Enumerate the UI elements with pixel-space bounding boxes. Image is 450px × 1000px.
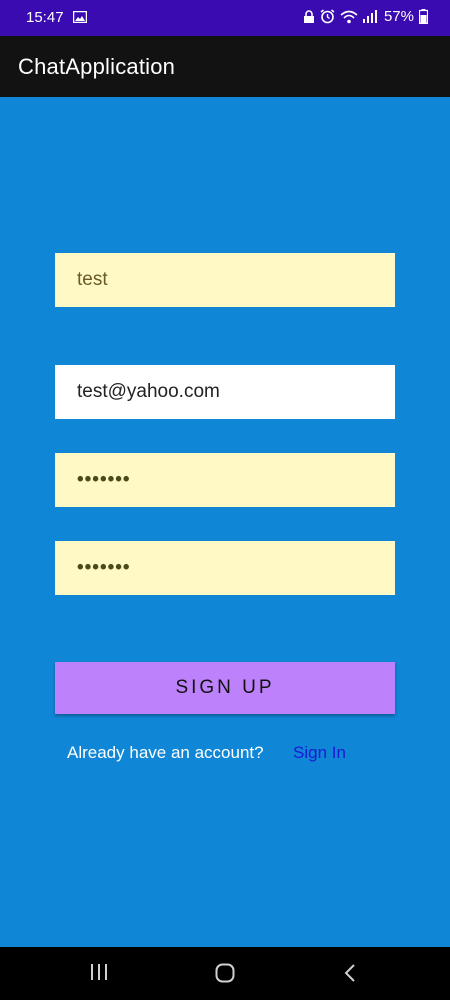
- confirm-password-input[interactable]: •••••••: [55, 541, 395, 595]
- email-input[interactable]: test@yahoo.com: [55, 365, 395, 419]
- recent-apps-icon[interactable]: [90, 963, 108, 981]
- password-input[interactable]: •••••••: [55, 453, 395, 507]
- image-icon: [73, 11, 87, 23]
- battery-level: 57%: [383, 8, 414, 25]
- email-value: test@yahoo.com: [77, 381, 220, 402]
- signup-screen: 15:47 57% ChatApplication test test@yaho…: [0, 0, 450, 1000]
- sign-in-link[interactable]: Sign In: [293, 743, 346, 763]
- navigation-bar: [0, 947, 450, 1000]
- username-input[interactable]: test: [55, 253, 395, 307]
- signal-icon: [362, 10, 377, 23]
- app-bar: ChatApplication: [0, 36, 450, 97]
- status-bar: 15:47 57%: [0, 0, 450, 36]
- lock-icon: [303, 9, 314, 23]
- confirm-password-value: •••••••: [77, 557, 131, 578]
- status-icons: 57%: [303, 8, 428, 25]
- home-icon[interactable]: [215, 963, 235, 983]
- already-have-account-text: Already have an account?: [67, 743, 264, 762]
- app-title: ChatApplication: [18, 54, 176, 79]
- wifi-icon: [340, 10, 358, 23]
- status-time: 15:47: [26, 9, 64, 26]
- signup-button[interactable]: SIGN UP: [55, 662, 395, 714]
- alarm-icon: [320, 9, 335, 24]
- password-value: •••••••: [77, 469, 131, 490]
- username-value: test: [77, 269, 108, 290]
- back-icon[interactable]: [344, 963, 356, 983]
- battery-icon: [419, 9, 428, 24]
